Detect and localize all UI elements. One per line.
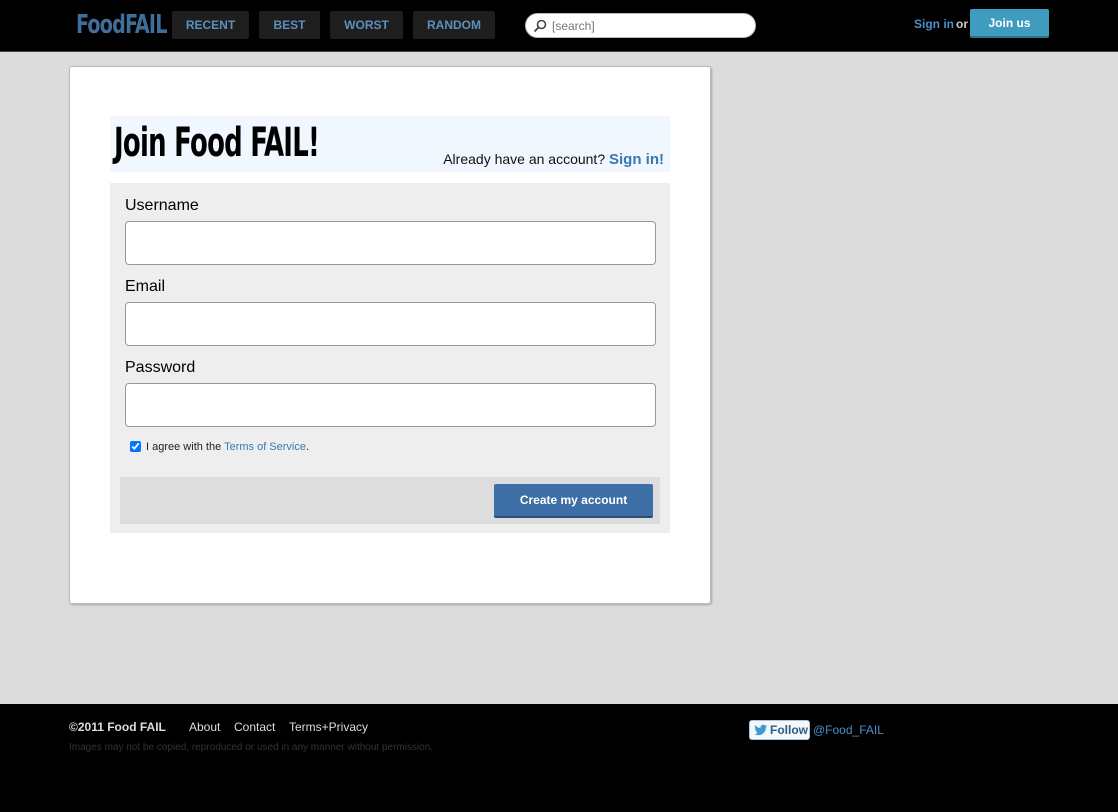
signup-form: Username Email Password I agree with the… <box>110 183 670 533</box>
search-icon <box>533 19 547 33</box>
already-have-account: Already have an account? Sign in! <box>443 151 664 168</box>
copyright-disclaimer: Images may not be copied, reproduced or … <box>69 742 434 753</box>
username-label: Username <box>125 197 199 214</box>
signup-card: Join Food FAIL! Already have an account?… <box>69 66 711 604</box>
sign-in-link-card[interactable]: Sign in! <box>609 151 664 168</box>
nav-random[interactable]: RANDOM <box>413 11 495 39</box>
page-title: Join Food FAIL! <box>114 120 320 166</box>
join-us-button[interactable]: Join us <box>970 9 1049 38</box>
top-navigation-bar: FoodFAIL RECENT BEST WORST RANDOM Sign i… <box>0 0 1118 52</box>
terms-checkbox[interactable] <box>130 441 141 452</box>
terms-of-service-link[interactable]: Terms of Service <box>224 441 306 453</box>
create-account-button[interactable]: Create my account <box>494 484 653 518</box>
email-label: Email <box>125 278 166 295</box>
search-input[interactable] <box>552 17 750 35</box>
twitter-follow-button[interactable]: Follow <box>749 720 810 740</box>
search-box[interactable] <box>525 13 756 38</box>
footer-link-terms-privacy[interactable]: Terms+Privacy <box>289 720 368 734</box>
copyright: ©2011 Food FAIL <box>69 720 166 734</box>
agree-suffix: . <box>306 441 310 453</box>
footer: ©2011 Food FAIL About Contact Terms+Priv… <box>0 704 1118 812</box>
username-field[interactable] <box>125 221 656 265</box>
email-field[interactable] <box>125 302 656 346</box>
password-field[interactable] <box>125 383 656 427</box>
nav-best[interactable]: BEST <box>259 11 320 39</box>
twitter-handle-link[interactable]: @Food_FAIL <box>813 723 884 737</box>
nav-recent[interactable]: RECENT <box>172 11 249 39</box>
twitter-bird-icon <box>754 724 767 736</box>
site-logo[interactable]: FoodFAIL <box>76 10 167 40</box>
terms-agreement: I agree with the Terms of Service. <box>130 441 309 453</box>
agree-text: I agree with the <box>146 441 222 453</box>
submit-bar: Create my account <box>120 477 660 524</box>
password-label: Password <box>125 359 196 376</box>
nav-worst[interactable]: WORST <box>330 11 403 39</box>
already-text: Already have an account? <box>443 151 606 167</box>
or-text: or <box>956 17 968 31</box>
follow-label: Follow <box>770 723 808 737</box>
footer-link-contact[interactable]: Contact <box>234 720 275 734</box>
signup-heading: Join Food FAIL! Already have an account?… <box>110 116 670 172</box>
sign-in-link[interactable]: Sign in <box>914 17 954 31</box>
footer-link-about[interactable]: About <box>189 720 220 734</box>
